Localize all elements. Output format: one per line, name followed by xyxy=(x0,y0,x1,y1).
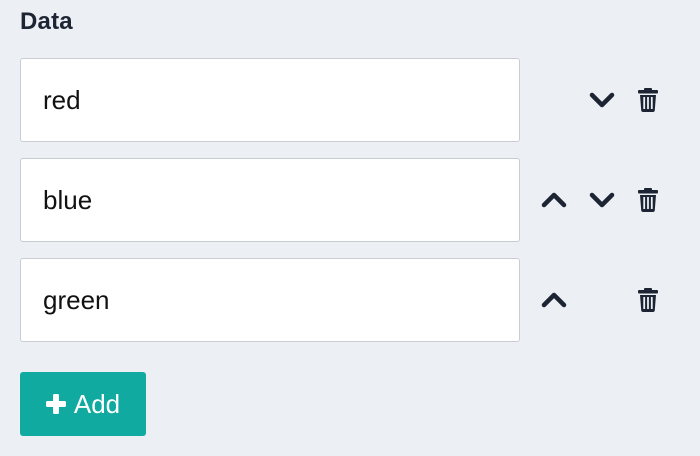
plus-icon xyxy=(45,394,66,414)
item-field[interactable] xyxy=(20,158,520,242)
move-down-button[interactable] xyxy=(586,84,618,116)
list-item xyxy=(20,58,680,142)
list-item xyxy=(20,258,680,342)
chevron-up-icon xyxy=(541,191,567,209)
trash-icon xyxy=(638,88,658,112)
chevron-down-icon xyxy=(589,191,615,209)
item-field[interactable] xyxy=(20,258,520,342)
add-button-label: Add xyxy=(73,388,121,419)
move-up-button[interactable] xyxy=(538,284,570,316)
item-input[interactable] xyxy=(21,59,519,141)
list-item xyxy=(20,158,680,242)
item-input[interactable] xyxy=(21,259,519,341)
array-field-editor: Data red blue green Add xyxy=(0,0,700,456)
item-input[interactable] xyxy=(21,159,519,241)
delete-button[interactable] xyxy=(632,84,664,116)
chevron-up-icon xyxy=(541,291,567,309)
chevron-down-icon xyxy=(589,91,615,109)
delete-button[interactable] xyxy=(632,184,664,216)
item-field[interactable] xyxy=(20,58,520,142)
add-button[interactable]: Add xyxy=(20,372,146,436)
trash-icon xyxy=(638,288,658,312)
section-title: Data xyxy=(20,8,73,35)
move-down-button[interactable] xyxy=(586,184,618,216)
delete-button[interactable] xyxy=(632,284,664,316)
move-up-button[interactable] xyxy=(538,184,570,216)
trash-icon xyxy=(638,188,658,212)
